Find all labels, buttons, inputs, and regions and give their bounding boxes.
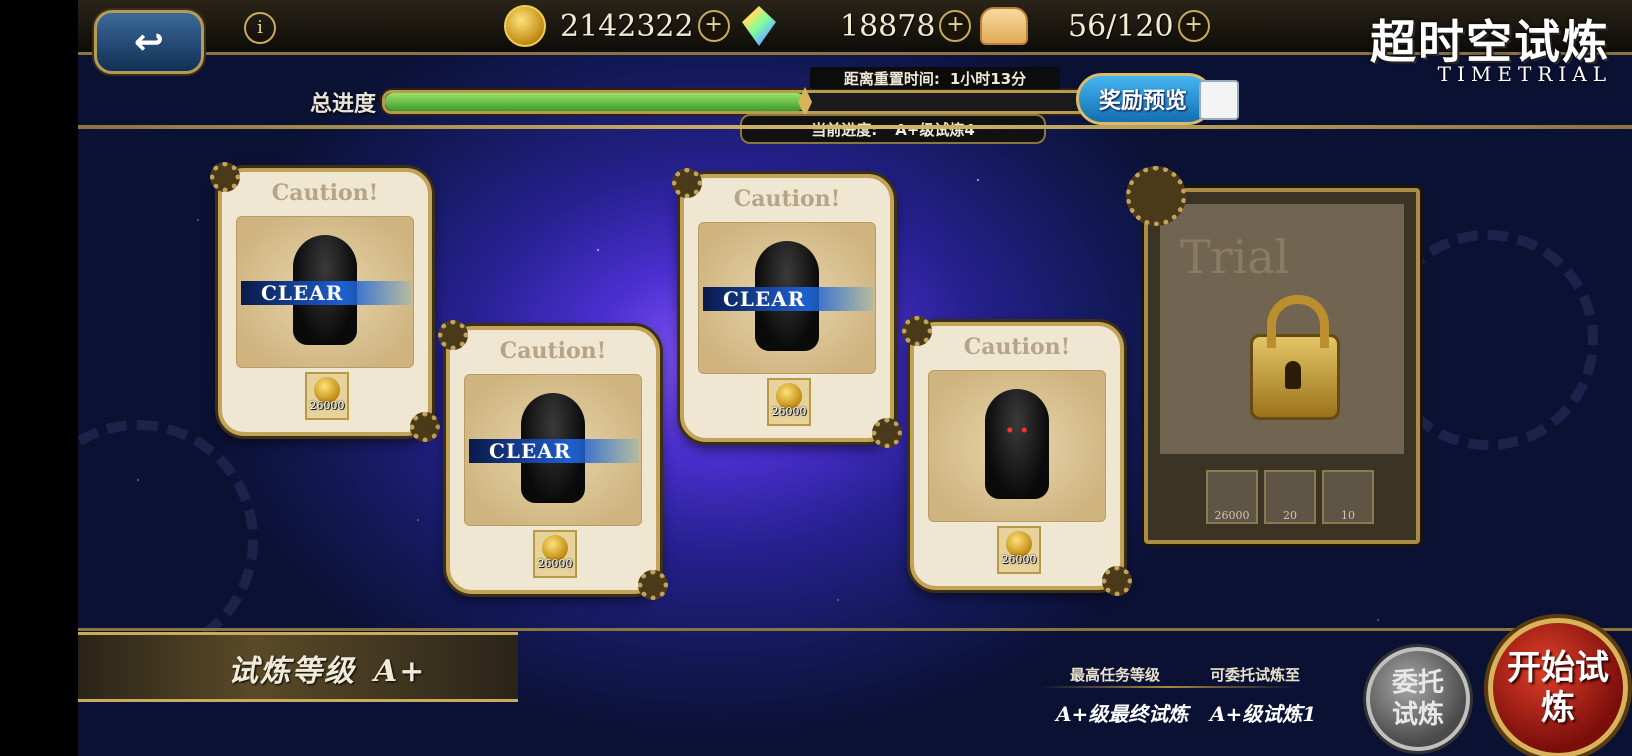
gear-icon — [638, 570, 668, 600]
page-subtitle: TIMETRIAL — [1437, 62, 1612, 86]
delegate-trial-button[interactable]: 委托试炼 — [1366, 647, 1470, 751]
card-art: Trial — [1160, 204, 1404, 454]
coin-counter: 2142322 + — [504, 5, 730, 47]
coin-amount: 2142322 — [560, 8, 694, 44]
coin-reward: 26000 — [997, 526, 1041, 574]
caution-label: Caution! — [499, 338, 607, 364]
locked-final-trial-card[interactable]: Trial 26000 20 10 — [1126, 166, 1420, 544]
coin-icon — [504, 5, 546, 47]
back-button[interactable]: ↩ — [94, 10, 204, 74]
gear-icon — [1102, 566, 1132, 596]
bottom-divider — [78, 628, 1632, 631]
trial-grade-value: A+ — [374, 654, 427, 689]
gear-icon — [902, 316, 932, 346]
reset-timer-value: 1小时13分 — [949, 69, 1027, 88]
gem-amount: 18878 — [840, 8, 936, 44]
reward-preview-label: 奖励预览 — [1099, 89, 1188, 114]
caution-label: Caution! — [271, 180, 379, 206]
trial-card-2[interactable]: Caution! CLEAR 26000 — [438, 320, 668, 600]
start-trial-button[interactable]: 开始试炼 — [1488, 618, 1628, 756]
gear-icon — [410, 412, 440, 442]
reward-amount: 26000 — [1001, 553, 1037, 566]
current-progress-value: A+级试炼4 — [895, 120, 975, 139]
gear-icon — [438, 320, 468, 350]
card-art — [928, 370, 1106, 522]
gear-icon — [1126, 166, 1186, 226]
progress-fill — [385, 93, 805, 111]
coin-reward: 26000 — [533, 530, 577, 578]
gear-icon — [672, 168, 702, 198]
total-progress-bar — [382, 87, 1088, 117]
delegate-trial-label: 委托试炼 — [1391, 668, 1444, 730]
trial-card-3[interactable]: Caution! CLEAR 26000 — [672, 168, 902, 448]
reset-timer-label: 距离重置时间: — [843, 69, 940, 88]
stamina-amount: 56/120 — [1068, 8, 1174, 44]
add-stamina-button[interactable]: + — [1177, 10, 1210, 42]
coin-reward: 26000 — [767, 378, 811, 426]
gear-icon — [872, 418, 902, 448]
game-screen: ↩ i 2142322 + 18878 + 56/120 + 超时空试炼 TIM… — [78, 0, 1632, 756]
current-progress-label: 当前进度: — [811, 120, 878, 139]
reward-amount: 26000 — [309, 399, 345, 412]
red-eyes-icon — [1005, 427, 1029, 433]
card-art: CLEAR — [464, 374, 642, 526]
gem-counter: 18878 + — [742, 6, 972, 46]
trial-card-1[interactable]: Caution! CLEAR 26000 — [210, 162, 440, 442]
separator-line — [1038, 686, 1298, 688]
coin-reward: 26000 — [1206, 470, 1258, 524]
add-coins-button[interactable]: + — [697, 10, 730, 42]
max-level-label: 最高任务等级 — [1070, 666, 1161, 684]
rainbow-gem-icon — [742, 6, 776, 46]
total-progress-label: 总进度 — [310, 92, 377, 117]
start-trial-label: 开始试炼 — [1507, 648, 1609, 728]
trial-title: Trial — [1180, 230, 1290, 284]
card-art: CLEAR — [698, 222, 876, 374]
trial-card-4[interactable]: Caution! 26000 — [902, 316, 1132, 596]
reward-amount: 20 — [1283, 509, 1297, 522]
caution-label: Caution! — [963, 334, 1071, 360]
delegate-info-panel: 最高任务等级 可委托试炼至 A+级最终试炼 A+级试炼1 — [1038, 656, 1358, 734]
gem-reward: 20 — [1264, 470, 1316, 524]
reward-amount: 26000 — [1214, 509, 1250, 522]
reward-amount: 26000 — [537, 557, 573, 570]
coin-reward: 26000 — [305, 372, 349, 420]
delegate-label: 可委托试炼至 — [1210, 666, 1301, 684]
gift-icon — [1199, 80, 1239, 120]
reward-preview-button[interactable]: 奖励预览 — [1076, 73, 1239, 125]
reset-timer: 距离重置时间: 1小时13分 — [810, 67, 1060, 89]
gear-icon — [210, 162, 240, 192]
back-arrow-icon: ↩ — [133, 21, 165, 63]
max-level-value: A+级最终试炼 — [1056, 702, 1189, 726]
stamina-counter: 56/120 + — [980, 7, 1210, 45]
add-gems-button[interactable]: + — [939, 10, 972, 42]
hooded-enemy-icon — [985, 389, 1049, 499]
clear-banner: CLEAR — [469, 439, 639, 463]
card-art: CLEAR — [236, 216, 414, 368]
info-icon[interactable]: i — [244, 12, 276, 44]
reward-amount: 10 — [1341, 509, 1355, 522]
reward-amount: 26000 — [771, 405, 807, 418]
header-divider — [78, 125, 1632, 129]
trial-grade: 试炼等级 A+ — [228, 646, 426, 690]
clear-banner: CLEAR — [241, 281, 411, 305]
current-progress: 当前进度: A+级试炼4 — [740, 114, 1046, 144]
padlock-icon — [1250, 295, 1340, 420]
bread-icon — [980, 7, 1028, 45]
caution-label: Caution! — [733, 186, 841, 212]
trial-grade-label: 试炼等级 — [228, 654, 356, 689]
item-reward: 10 — [1322, 470, 1374, 524]
progress-marker-icon — [798, 87, 812, 117]
clear-banner: CLEAR — [703, 287, 873, 311]
delegate-value: A+级试炼1 — [1210, 702, 1317, 726]
